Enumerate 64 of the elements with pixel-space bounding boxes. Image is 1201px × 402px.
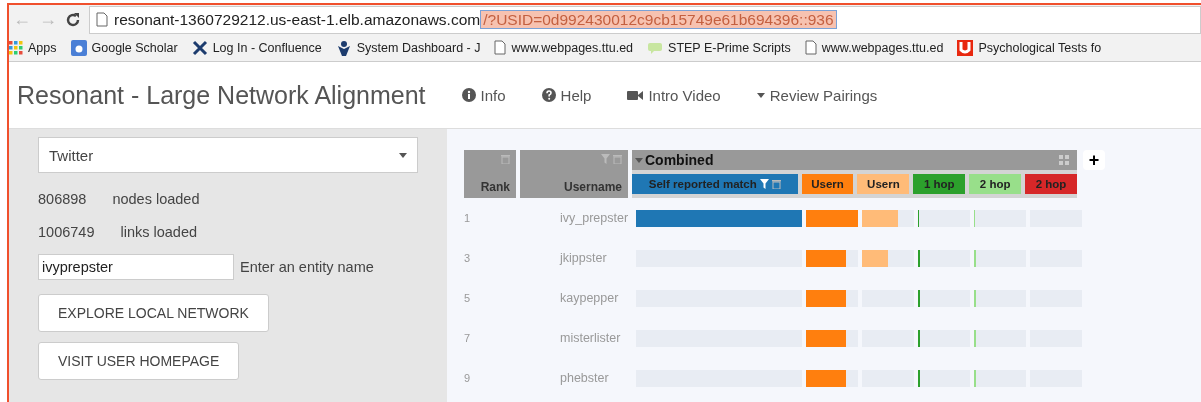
cross-tools-icon	[191, 39, 208, 56]
info-icon	[461, 88, 476, 102]
nav-link[interactable]: Intro Video	[627, 86, 721, 104]
nav-link[interactable]: Review Pairings	[756, 86, 878, 104]
bookmark[interactable]: Google Scholar	[70, 39, 178, 56]
sidebar-button[interactable]: EXPLORE LOCAL NETWORK	[38, 294, 269, 332]
nav-link[interactable]: Help	[541, 86, 592, 104]
trash-icon[interactable]	[613, 154, 622, 164]
bookmark[interactable]: Log In - Confluence	[191, 39, 322, 56]
app-title: Resonant - Large Network Alignment	[17, 80, 426, 110]
username-cell-text: phebster	[559, 371, 610, 385]
username-cell-text: kaypepper	[559, 291, 620, 305]
page-icon	[96, 12, 108, 27]
figure-icon	[335, 39, 352, 56]
caret-icon	[756, 92, 765, 98]
column-header[interactable]: Usern	[801, 174, 854, 194]
stat-value: 806898	[38, 191, 87, 207]
add-column-button[interactable]: +	[1083, 150, 1105, 170]
caret-icon	[399, 152, 407, 158]
bookmark[interactable]: Apps	[9, 40, 57, 55]
sidebar-button[interactable]: VISIT USER HOMEPAGE	[38, 342, 240, 380]
url-host: resonant-1360729212.us-east-1.elb.amazonaws.com	[114, 10, 481, 28]
dataset-select[interactable]: Twitter	[38, 137, 418, 173]
column-header[interactable]: Username	[520, 150, 628, 198]
bookmark[interactable]: System Dashboard - J	[335, 39, 481, 56]
bookmark[interactable]: www.webpages.ttu.ed	[804, 40, 944, 55]
username-cell-text: jkippster	[558, 251, 608, 265]
field-label: Enter an entity name	[240, 259, 374, 275]
username-cell-text: misterlister	[559, 331, 622, 345]
talk-icon	[647, 41, 664, 54]
caret-icon	[635, 157, 643, 163]
address-bar[interactable]: resonant-1360729212.us-east-1.elb.amazonaws.com /?USID=0d992430012c9cb15749e61b694396::936	[89, 5, 1201, 34]
help-icon	[541, 88, 556, 102]
apps-grid-icon	[9, 40, 23, 55]
scholar-icon	[70, 39, 87, 56]
trash-icon[interactable]	[771, 179, 781, 189]
grid-icon[interactable]	[1059, 155, 1069, 165]
rank-cell-text: 1	[464, 212, 472, 224]
rank-cell-text: 5	[464, 292, 472, 304]
video-camera-icon	[627, 89, 644, 101]
column-header[interactable]: Usern	[857, 174, 910, 194]
column-header[interactable]: 1 hop	[913, 174, 966, 194]
column-header[interactable]: 2 hop	[969, 174, 1022, 194]
u-logo-icon	[957, 39, 974, 56]
entity-input[interactable]: ivyprepster	[38, 254, 234, 280]
page-icon	[804, 40, 817, 55]
reload-icon[interactable]	[65, 11, 81, 28]
trash-icon[interactable]	[501, 154, 510, 164]
rank-cell-text: 9	[464, 372, 472, 384]
bookmark[interactable]: STEP E-Prime Scripts	[647, 40, 791, 55]
rank-cell-text: 7	[464, 332, 472, 344]
filter-icon[interactable]	[759, 179, 769, 189]
url-path: /?USID=0d992430012c9cb15749e61b694396::936	[480, 9, 837, 29]
username-cell-text: ivy_prepster	[559, 211, 628, 225]
stat-value: 1006749	[38, 224, 95, 240]
stat-label: links loaded	[120, 224, 198, 240]
nav-link[interactable]: Info	[461, 86, 506, 104]
stat-label: nodes loaded	[112, 191, 200, 207]
bookmark[interactable]: www.webpages.ttu.ed	[494, 40, 634, 55]
column-header[interactable]: Rank	[464, 150, 516, 198]
page-icon	[494, 40, 507, 55]
bookmark[interactable]: Psychological Tests fo	[957, 39, 1102, 56]
rank-cell-text: 3	[464, 252, 472, 264]
group-header[interactable]: Combined	[632, 150, 1077, 170]
